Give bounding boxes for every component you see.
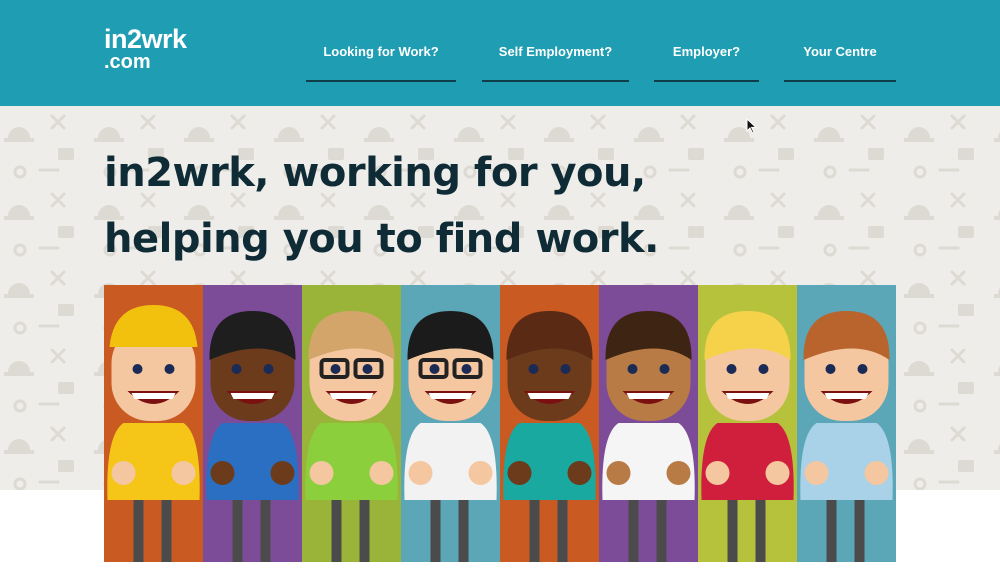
headline-line-1: in2wrk, working for you, bbox=[104, 150, 646, 196]
nav-your-centre[interactable]: Your Centre bbox=[784, 44, 896, 82]
hero-headline: in2wrk, working for you, helping you to … bbox=[104, 140, 659, 272]
logo-text: in2wrk bbox=[104, 24, 187, 54]
mouse-cursor-icon bbox=[746, 118, 758, 134]
nav-self-employment[interactable]: Self Employment? bbox=[482, 44, 629, 82]
nav-employer[interactable]: Employer? bbox=[654, 44, 759, 82]
nav-looking-for-work[interactable]: Looking for Work? bbox=[306, 44, 456, 82]
logo[interactable]: in2wrk .com bbox=[104, 24, 187, 73]
site-header: in2wrk .com Looking for Work? Self Emplo… bbox=[0, 0, 1000, 106]
headline-line-2: helping you to find work. bbox=[104, 216, 659, 262]
logo-domain: .com bbox=[104, 51, 151, 73]
workers-illustration bbox=[104, 285, 896, 562]
